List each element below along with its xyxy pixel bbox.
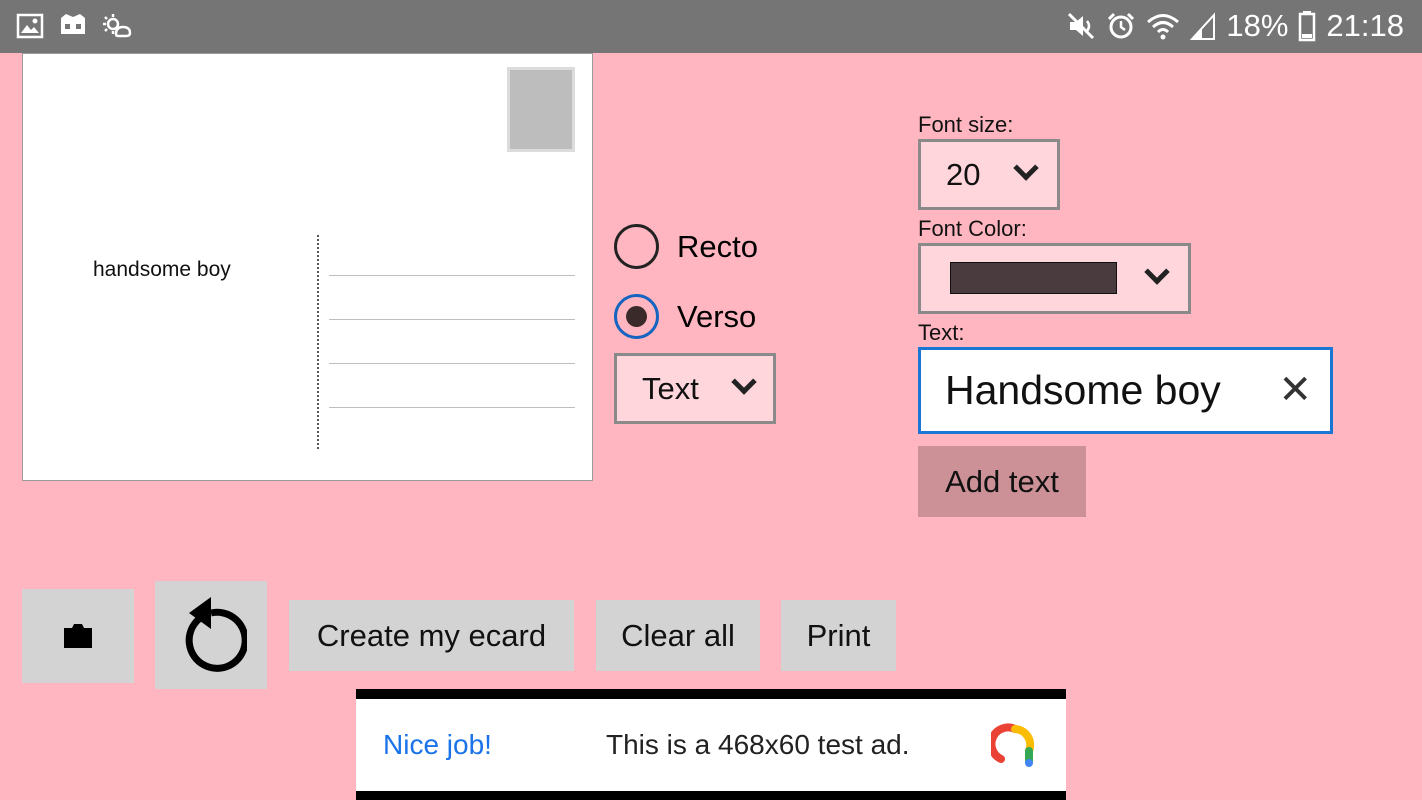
ad-banner[interactable]: Nice job! This is a 468x60 test ad. <box>356 689 1066 800</box>
text-label: Text: <box>918 320 965 345</box>
undo-icon <box>185 597 247 672</box>
font-size-select[interactable]: 20 <box>918 139 1060 210</box>
mute-icon <box>1068 12 1095 40</box>
clock: 21:18 <box>1326 8 1404 43</box>
undo-button[interactable] <box>155 581 267 689</box>
chevron-down-icon <box>1144 259 1170 285</box>
radio-recto[interactable]: Recto <box>614 224 758 269</box>
ad-body: This is a 468x60 test ad. <box>606 729 910 760</box>
element-type-value: Text <box>642 370 699 406</box>
signal-icon <box>1190 12 1216 40</box>
alarm-icon <box>1108 12 1135 39</box>
battery-percent: 18% <box>1226 8 1289 43</box>
add-text-button[interactable]: Add text <box>918 446 1086 517</box>
element-type-select[interactable]: Text <box>614 353 776 424</box>
radio-recto-circle[interactable] <box>614 224 659 269</box>
ad-headline: Nice job! <box>383 729 492 760</box>
font-size-value: 20 <box>946 156 981 192</box>
address-line <box>329 363 575 364</box>
close-icon[interactable]: ✕ <box>1278 366 1312 414</box>
address-line <box>329 275 575 276</box>
text-input-box[interactable]: ✕ <box>918 347 1333 434</box>
print-button[interactable]: Print <box>781 600 896 671</box>
gallery-icon <box>16 13 44 39</box>
font-color-swatch <box>950 262 1117 294</box>
font-color-select[interactable] <box>918 243 1191 314</box>
game-icon <box>61 14 85 34</box>
clear-all-button[interactable]: Clear all <box>596 600 760 671</box>
font-size-label: Font size: <box>918 112 1014 137</box>
chevron-down-icon <box>731 369 757 395</box>
ads-logo-icon <box>991 723 1035 767</box>
stamp-placeholder <box>507 67 575 152</box>
battery-icon <box>1299 11 1316 42</box>
status-bar: 18% 21:18 <box>0 0 1422 53</box>
address-line <box>329 319 575 320</box>
chevron-down-icon <box>1013 155 1039 181</box>
create-ecard-button[interactable]: Create my ecard <box>289 600 574 671</box>
postcard-preview[interactable]: handsome boy <box>22 53 593 481</box>
camera-icon <box>64 624 92 648</box>
radio-recto-label: Recto <box>677 228 758 264</box>
radio-verso[interactable]: Verso <box>614 294 756 339</box>
postcard-divider <box>317 235 319 449</box>
address-line <box>329 407 575 408</box>
ad-content[interactable]: Nice job! This is a 468x60 test ad. <box>356 699 1066 791</box>
font-color-label: Font Color: <box>918 216 1027 241</box>
camera-button[interactable] <box>22 589 134 683</box>
weather-icon <box>103 14 132 38</box>
wifi-icon <box>1147 14 1180 40</box>
text-input[interactable] <box>945 364 1265 416</box>
radio-verso-circle[interactable] <box>614 294 659 339</box>
radio-verso-label: Verso <box>677 298 757 334</box>
postcard-text[interactable]: handsome boy <box>93 258 231 282</box>
